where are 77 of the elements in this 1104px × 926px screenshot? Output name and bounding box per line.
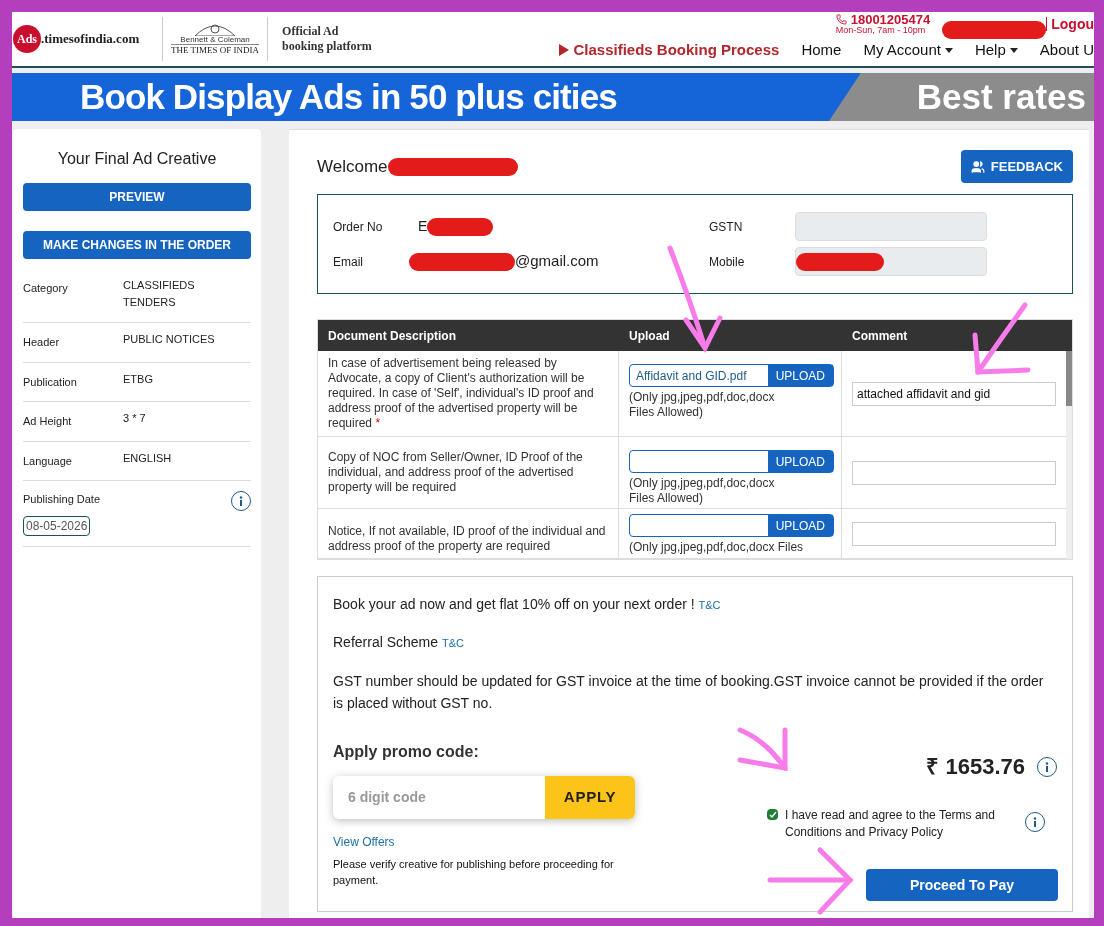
sidebar-title: Your Final Ad Creative bbox=[56, 149, 218, 169]
play-icon bbox=[559, 44, 570, 57]
referral-text: Referral Scheme T&C bbox=[333, 633, 465, 652]
document-description: Notice, If not available, ID proof of the individual and address proof of the property are required bbox=[328, 524, 607, 554]
detail-value: ETBG bbox=[123, 371, 154, 387]
nav-link[interactable]: Help bbox=[974, 39, 1018, 62]
detail-label: Publication bbox=[23, 374, 78, 390]
detail-value: PUBLIC NOTICES bbox=[123, 332, 216, 347]
apply-button[interactable]: APPLY bbox=[545, 776, 635, 819]
booking-process-link[interactable]: Classifieds Booking Process bbox=[559, 39, 780, 62]
agree-checkbox[interactable] bbox=[767, 809, 778, 820]
detail-label: Ad Height bbox=[23, 414, 73, 429]
phone-icon bbox=[835, 14, 847, 25]
document-description: In case of advertisement being released by Advocate, a copy of Client's authorization will be required. In case of 'Self', individual's ID proof and address proof of the advertised property will be required * bbox=[328, 356, 595, 431]
publisher-name: THE TIMES OF INDIA bbox=[171, 43, 260, 57]
gstn-field[interactable] bbox=[795, 212, 987, 241]
comment-field[interactable]: attached affidavit and gid bbox=[852, 381, 1056, 406]
feedback-button[interactable]: FEEDBACK bbox=[960, 150, 1073, 183]
order-number: E bbox=[418, 217, 428, 236]
date-field[interactable]: 08-05-2026 bbox=[23, 515, 91, 536]
file-type-hint: (Only jpg,jpeg,pdf,doc,docx Files Allowed) bbox=[629, 390, 776, 420]
sidebar-button[interactable]: PREVIEW bbox=[23, 183, 251, 211]
column-header: Document Description bbox=[327, 327, 457, 345]
detail-value: CLASSIFIEDS TENDERS bbox=[123, 278, 196, 310]
promo-code-field[interactable]: 6 digit code bbox=[333, 776, 545, 819]
detail-label: Category bbox=[23, 281, 69, 296]
column-header: Comment bbox=[851, 327, 909, 345]
comment-field[interactable] bbox=[852, 460, 1056, 485]
promo-banner[interactable]: Book Display Ads in 50 plus cities Best rates bbox=[12, 73, 1094, 121]
email-value: @gmail.com bbox=[515, 251, 599, 272]
field-label: Email bbox=[333, 253, 364, 271]
caret-icon bbox=[1009, 47, 1018, 53]
document-description: Copy of NOC from Seller/Owner, ID Proof of the individual, and address proof of the advertised property will be required bbox=[328, 450, 584, 495]
banner-headline: Book Display Ads in 50 plus cities bbox=[79, 75, 617, 118]
nav-link[interactable]: Home bbox=[801, 39, 842, 62]
tagline: Official Ad booking platform bbox=[267, 17, 372, 61]
support-hours: Mon-Sun, 7am - 10pm bbox=[835, 26, 927, 35]
file-upload-field[interactable]: Affidavit and GID.pdf UPLOAD bbox=[629, 364, 834, 387]
view-offers-link[interactable]: View Offers bbox=[333, 833, 643, 851]
banner-tag: Best rates bbox=[829, 73, 1094, 121]
people-icon bbox=[970, 159, 985, 174]
file-upload-field[interactable]: UPLOAD bbox=[629, 450, 834, 473]
welcome-text: Welcome bbox=[317, 156, 388, 178]
promo-title: Apply promo code: bbox=[333, 742, 480, 762]
publisher-subtitle: Bennett & Coleman bbox=[180, 35, 250, 44]
nav-link[interactable]: About U bbox=[1039, 39, 1094, 62]
offer-text: Book your ad now and get flat 10% off on your next order ! T&C bbox=[333, 595, 722, 614]
terms-link[interactable]: T&C bbox=[441, 637, 464, 649]
gst-note: GST number should be updated for GST invoice at the time of booking.GST invoice cannot be provided if the order is placed without GST no. bbox=[333, 672, 1045, 713]
logo-text: .timesofindia.com bbox=[41, 30, 140, 49]
mobile-field[interactable] bbox=[795, 247, 987, 276]
nav-link[interactable]: My Account bbox=[863, 39, 953, 62]
terms-link[interactable]: T&C bbox=[698, 599, 721, 611]
redaction-mark bbox=[427, 217, 494, 236]
detail-label: Language bbox=[23, 453, 73, 469]
file-type-hint: (Only jpg,jpeg,pdf,doc,docx Files bbox=[629, 540, 805, 555]
field-label: Order No bbox=[333, 218, 384, 236]
logout-link[interactable]: Logou bbox=[1046, 17, 1094, 31]
column-header: Upload bbox=[628, 327, 671, 345]
verify-note: Please verify creative for publishing before proceeding for payment. bbox=[333, 857, 615, 888]
file-upload-field[interactable]: UPLOAD bbox=[629, 514, 834, 537]
proceed-button[interactable]: Proceed To Pay bbox=[866, 869, 1058, 901]
field-label: GSTN bbox=[709, 218, 744, 236]
file-type-hint: (Only jpg,jpeg,pdf,doc,docx Files Allowed) bbox=[629, 476, 776, 506]
caret-icon bbox=[944, 47, 953, 53]
phone-number[interactable]: 18001205474 bbox=[835, 13, 931, 26]
detail-value: 3 * 7 bbox=[123, 411, 147, 426]
field-label: Mobile bbox=[709, 253, 746, 271]
comment-field[interactable] bbox=[852, 521, 1056, 546]
total-price: ₹ 1653.76 bbox=[926, 753, 1025, 781]
detail-label: Header bbox=[23, 335, 61, 350]
logo-badge: Ads bbox=[13, 25, 41, 53]
detail-value: ENGLISH bbox=[123, 450, 173, 466]
scrollbar[interactable] bbox=[1066, 351, 1072, 559]
detail-label: Publishing Date bbox=[23, 492, 101, 507]
sidebar-button[interactable]: MAKE CHANGES IN THE ORDER bbox=[23, 231, 251, 259]
agree-text: I have read and agree to the Terms and Conditions and Privacy Policy bbox=[785, 807, 996, 841]
